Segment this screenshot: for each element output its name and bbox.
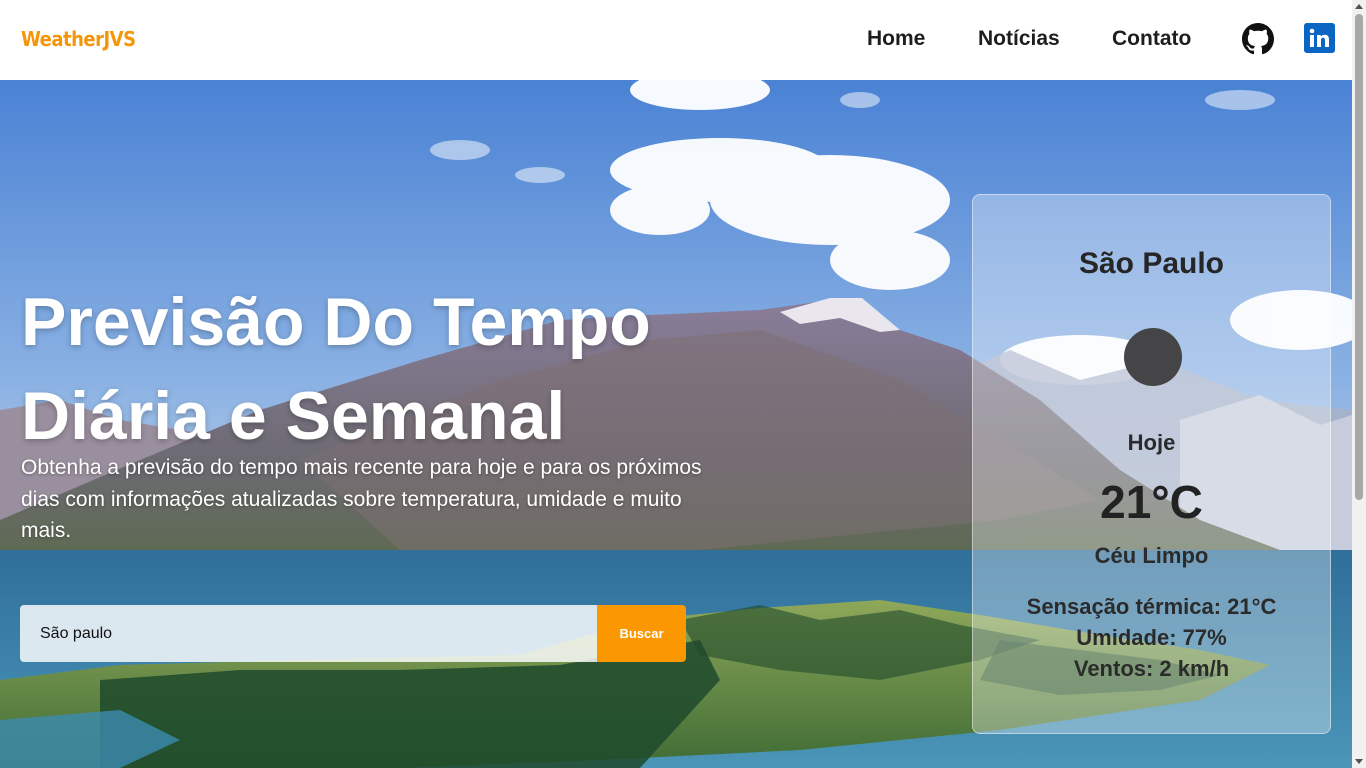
weather-icon: [1124, 328, 1182, 386]
linkedin-icon[interactable]: [1304, 23, 1335, 53]
navbar: WeatherJVS Home Notícias Contato: [0, 0, 1352, 80]
brand-logo[interactable]: WeatherJVS: [21, 27, 136, 51]
search-bar: Buscar: [20, 605, 686, 662]
nav-link-noticias[interactable]: Notícias: [978, 27, 1060, 51]
page-title: Previsão Do Tempo Diária e Semanal: [21, 275, 721, 463]
weather-condition: Céu Limpo: [1094, 543, 1209, 568]
weather-city: São Paulo: [1078, 247, 1225, 280]
weather-temperature: 21°C: [1100, 476, 1203, 528]
page-subtitle: Obtenha a previsão do tempo mais recente…: [21, 456, 702, 542]
page-scrollbar[interactable]: [1352, 0, 1366, 768]
weather-day: Hoje: [1127, 430, 1176, 455]
search-button[interactable]: Buscar: [597, 605, 686, 662]
weather-feels-like: Sensação térmica: 21°C: [1026, 594, 1277, 619]
title-line-2: Diária e Semanal: [21, 378, 566, 454]
nav-link-contato[interactable]: Contato: [1112, 27, 1191, 51]
scroll-down-arrow-icon[interactable]: [1355, 759, 1363, 764]
nav-link-home[interactable]: Home: [867, 27, 925, 51]
weather-humidity: Umidade: 77%: [1076, 625, 1227, 650]
weather-wind: Ventos: 2 km/h: [1073, 656, 1230, 681]
scrollbar-thumb[interactable]: [1355, 14, 1363, 500]
title-line-1: Previsão Do Tempo: [21, 284, 651, 360]
hero-section: Previsão Do Tempo Diária e Semanal Obten…: [0, 80, 1352, 768]
scroll-up-arrow-icon[interactable]: [1355, 4, 1363, 9]
github-icon[interactable]: [1242, 23, 1274, 55]
weather-card: São Paulo Hoje 21°C Céu Limpo Sensação t…: [972, 194, 1331, 734]
city-search-input[interactable]: [20, 605, 597, 662]
